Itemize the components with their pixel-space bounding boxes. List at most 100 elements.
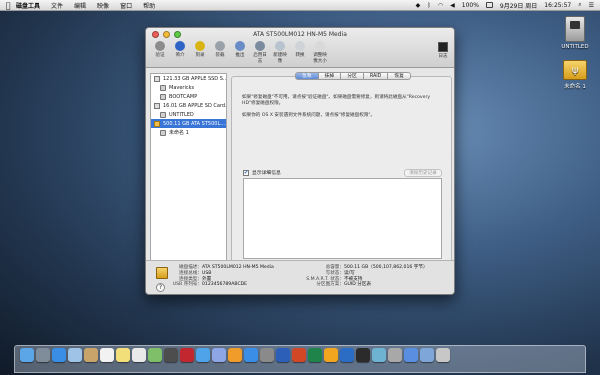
desktop-icon-volume[interactable]: ψ 未命名 1 (555, 60, 595, 90)
disk-info-value: ATA ST500LM012 HN-M5 Media (202, 265, 274, 270)
notification-center-icon[interactable]: ☰ (589, 2, 594, 9)
volume-icon (160, 84, 166, 91)
toolbar-button-convert[interactable]: 转换 (292, 41, 308, 64)
eject-icon (235, 41, 245, 51)
launchpad-icon[interactable] (36, 348, 50, 362)
clear-history-button[interactable]: 清除历史记录 (404, 169, 442, 177)
volume-icon (160, 111, 166, 118)
menu-app-name[interactable]: 磁盘工具 (16, 1, 40, 10)
toolbar-button-label: 简介 (175, 53, 185, 58)
bluetooth-icon[interactable]: ᛒ (427, 2, 431, 9)
disk-info-value: 500.11 GB（500,107,862,016 字节） (344, 265, 428, 270)
toolbar-button-label: 刻录 (195, 53, 205, 58)
disk-info-row: USB 序列号：0123456789ABCDE (172, 282, 274, 288)
toolbar-button-label: 调整映像大小 (313, 53, 327, 64)
clock-time[interactable]: 16:25:57 (544, 2, 571, 9)
finder-icon[interactable] (20, 348, 34, 362)
toolbar-button-label: 启用日志 (253, 53, 267, 64)
journal-icon (255, 41, 265, 51)
disk-list-item[interactable]: Mavericks (151, 83, 226, 92)
toolbar-button-eject[interactable]: 推出 (232, 41, 248, 64)
volume-icon[interactable]: ◀ (450, 2, 455, 9)
tab-1[interactable]: 抹掉 (318, 72, 342, 80)
battery-icon[interactable] (485, 2, 493, 8)
documents-icon[interactable] (420, 348, 434, 362)
terminal-icon[interactable] (356, 348, 370, 362)
messages-icon[interactable] (196, 348, 210, 362)
first-aid-log[interactable] (243, 178, 442, 259)
toolbar-button-mount[interactable]: 装载 (212, 41, 228, 64)
dropbox-icon[interactable]: ◆ (416, 2, 421, 9)
clock-date[interactable]: 9月29日 周日 (500, 1, 537, 10)
toolbar-button-verify[interactable]: 验证 (152, 41, 168, 64)
preview-icon[interactable] (372, 348, 386, 362)
menu-bar:  磁盘工具 文件 编辑 映像 窗口 帮助 ◆ ᛒ ◠ ◀ 100% 9月29日… (0, 0, 600, 11)
disk-list-item[interactable]: 121.33 GB APPLE SSD S... (151, 74, 226, 83)
contacts-icon[interactable] (84, 348, 98, 362)
photo-booth-icon[interactable] (180, 348, 194, 362)
notes-icon[interactable] (116, 348, 130, 362)
help-button[interactable]: ? (156, 283, 165, 292)
disk-info-value: 0123456789ABCDE (202, 282, 248, 288)
disk-list-item[interactable]: 16.01 GB APPLE SD Card... (151, 101, 226, 110)
desktop-icon-untitled[interactable]: UNTITLED (555, 16, 595, 50)
calendar-icon[interactable] (100, 348, 114, 362)
reminders-icon[interactable] (132, 348, 146, 362)
toolbar-button-new-image[interactable]: 新建映像 (272, 41, 288, 64)
toolbar-button-label: 验证 (155, 53, 165, 58)
menu-help[interactable]: 帮助 (143, 1, 155, 10)
downloads-icon[interactable] (404, 348, 418, 362)
apple-menu-icon[interactable]:  (0, 1, 16, 10)
first-aid-description-2: 如果你的 OS X 安装遇到文件系统问题，请点按"修复磁盘权限"。 (242, 113, 376, 118)
safari-icon[interactable] (52, 348, 66, 362)
ibooks-icon[interactable] (228, 348, 242, 362)
show-details-checkbox[interactable]: ✔ (243, 169, 249, 176)
maps-icon[interactable] (148, 348, 162, 362)
app-store-icon[interactable] (244, 348, 258, 362)
disk-icon (154, 120, 160, 127)
log-button[interactable]: 日志 (438, 42, 448, 59)
window-titlebar[interactable]: ATA ST500LM012 HN-M5 Media 验证 简介 刻录 装载 推出 启用日… (146, 28, 454, 68)
powerpoint-icon[interactable] (292, 348, 306, 362)
spotlight-icon[interactable]: ⌕ (578, 1, 581, 9)
wifi-icon[interactable]: ◠ (438, 2, 443, 9)
first-aid-description: 如果"修复磁盘"不可用，请点按"验证磁盘"。如果磁盘需要修复，则请将此磁盘从"R… (242, 95, 431, 106)
disk-list-item[interactable]: UNTITLED (151, 110, 226, 119)
tab-0[interactable]: 急救 (295, 72, 319, 80)
disk-info-key: USB 序列号： (172, 282, 202, 288)
disk-list-item-label: 121.33 GB APPLE SSD S... (163, 75, 227, 82)
word-icon[interactable] (276, 348, 290, 362)
disk-icon (154, 102, 160, 109)
toolbar-button-journal[interactable]: 启用日志 (252, 41, 268, 64)
onenote-icon[interactable] (340, 348, 354, 362)
toolbar-button-burn[interactable]: 刻录 (192, 41, 208, 64)
disk-list-item[interactable]: 500.11 GB ATA ST500L... (151, 119, 226, 128)
toolbar-button-info[interactable]: 简介 (172, 41, 188, 64)
trash-icon[interactable] (436, 348, 450, 362)
itunes-icon[interactable] (212, 348, 226, 362)
toolbar-button-resize-image[interactable]: 调整映像大小 (312, 41, 328, 64)
menu-window[interactable]: 窗口 (120, 1, 132, 10)
info-icon (175, 41, 185, 51)
menu-file[interactable]: 文件 (51, 1, 63, 10)
excel-icon[interactable] (308, 348, 322, 362)
tab-3[interactable]: RAID (363, 72, 389, 80)
menu-edit[interactable]: 编辑 (74, 1, 86, 10)
system-preferences-icon[interactable] (260, 348, 274, 362)
facetime-icon[interactable] (164, 348, 178, 362)
tab-4[interactable]: 恢复 (388, 72, 411, 80)
toolbar-button-label: 推出 (235, 53, 245, 58)
disk-info-row: 分区图方案：GUID 分区表 (304, 282, 428, 288)
resize-image-icon (315, 41, 325, 51)
outlook-icon[interactable] (324, 348, 338, 362)
disk-utility-icon[interactable] (388, 348, 402, 362)
mail-icon[interactable] (68, 348, 82, 362)
menu-image[interactable]: 映像 (97, 1, 109, 10)
verify-icon (155, 41, 165, 51)
disk-list-item[interactable]: 未命名 1 (151, 128, 226, 137)
tab-2[interactable]: 分区 (341, 72, 364, 80)
disk-list-item-label: Mavericks (169, 84, 195, 91)
window-title: ATA ST500LM012 HN-M5 Media (253, 31, 347, 38)
show-details-checkbox-row[interactable]: ✔ 显示详细信息 (243, 169, 281, 176)
disk-list-item[interactable]: BOOTCAMP (151, 92, 226, 101)
